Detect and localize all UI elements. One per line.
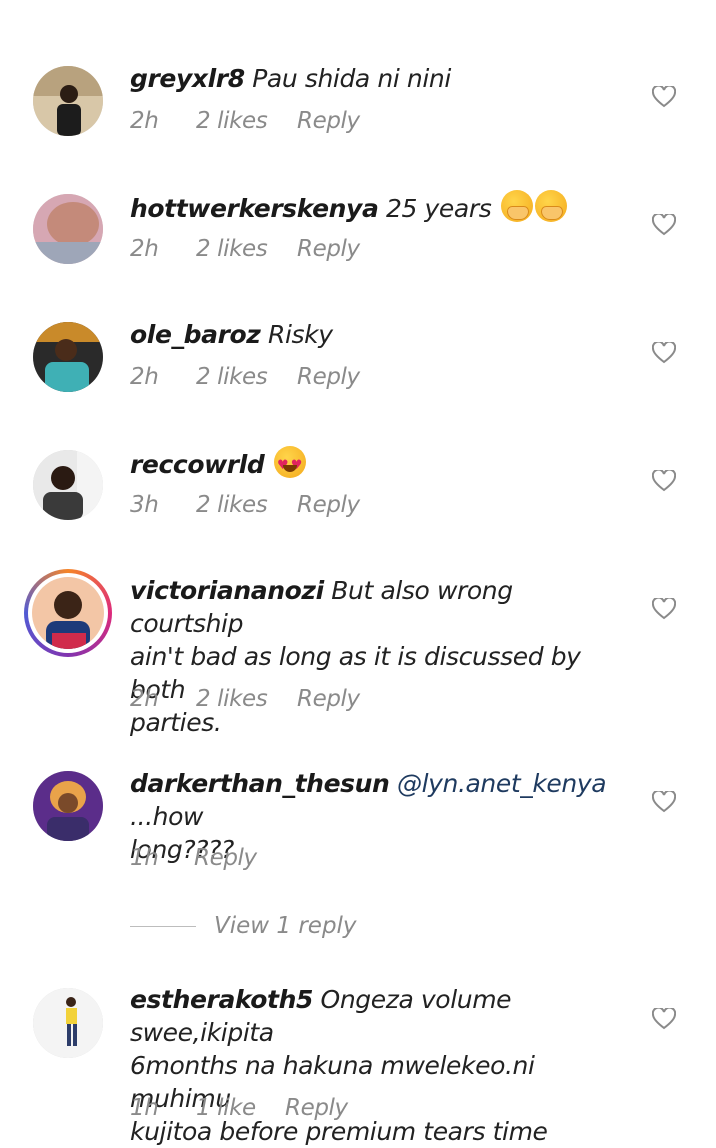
username[interactable]: ole_baroz xyxy=(130,320,261,349)
timestamp: 2h xyxy=(130,686,159,712)
comment-text: ...how xyxy=(130,802,204,831)
heart-outline-icon[interactable] xyxy=(652,1008,676,1030)
comment-body: estherakoth5 Ongeza volume swee,ikipita … xyxy=(130,983,630,1148)
timestamp: 2h xyxy=(130,236,159,262)
avatar[interactable] xyxy=(33,988,103,1058)
avatar[interactable] xyxy=(33,450,103,520)
reply-button[interactable]: Reply xyxy=(194,845,257,871)
username[interactable]: reccowrld xyxy=(130,450,265,479)
timestamp: 1h xyxy=(130,1095,159,1121)
comment-text: Pau shida ni nini xyxy=(252,64,451,93)
timestamp: 2h xyxy=(130,364,159,390)
hand-over-mouth-emoji xyxy=(534,190,567,222)
avatar-with-story-ring[interactable] xyxy=(24,569,112,657)
reply-button[interactable]: Reply xyxy=(297,492,360,518)
comment-body: victoriananozi But also wrong courtship … xyxy=(130,574,630,739)
heart-outline-icon[interactable] xyxy=(652,86,676,108)
reply-button[interactable]: Reply xyxy=(297,236,360,262)
avatar-ring-gap xyxy=(28,573,108,653)
likes-count[interactable]: 2 likes xyxy=(196,686,268,712)
avatar-image xyxy=(32,577,104,649)
view-replies-button[interactable]: View 1 reply xyxy=(214,913,357,939)
reply-button[interactable]: Reply xyxy=(297,108,360,134)
heart-outline-icon[interactable] xyxy=(652,470,676,492)
mention-link[interactable]: @lyn.anet_kenya xyxy=(397,769,607,798)
avatar[interactable] xyxy=(33,771,103,841)
username[interactable]: hottwerkerskenya xyxy=(130,194,379,223)
heart-outline-icon[interactable] xyxy=(652,598,676,620)
username[interactable]: estherakoth5 xyxy=(130,985,313,1014)
view-replies-divider xyxy=(130,926,196,927)
likes-count[interactable]: 2 likes xyxy=(196,364,268,390)
comment-body: ole_baroz Risky xyxy=(130,318,630,351)
comment-body: hottwerkerskenya 25 years xyxy=(130,190,630,225)
likes-count[interactable]: 1 like xyxy=(196,1095,256,1121)
username[interactable]: darkerthan_thesun xyxy=(130,769,390,798)
heart-eyes-emoji xyxy=(273,446,306,482)
avatar[interactable] xyxy=(33,66,103,136)
reply-button[interactable]: Reply xyxy=(285,1095,348,1121)
username[interactable]: greyxlr8 xyxy=(130,64,245,93)
avatar[interactable] xyxy=(33,194,103,264)
heart-outline-icon[interactable] xyxy=(652,214,676,236)
avatar[interactable] xyxy=(33,322,103,392)
username[interactable]: victoriananozi xyxy=(130,576,324,605)
comment-body: greyxlr8 Pau shida ni nini xyxy=(130,62,630,95)
heart-outline-icon[interactable] xyxy=(652,791,676,813)
comment-text: 25 years xyxy=(385,194,492,223)
timestamp: 1h xyxy=(130,845,159,871)
timestamp: 3h xyxy=(130,492,159,518)
hand-over-mouth-emoji xyxy=(500,190,533,222)
likes-count[interactable]: 2 likes xyxy=(196,236,268,262)
timestamp: 2h xyxy=(130,108,159,134)
reply-button[interactable]: Reply xyxy=(297,686,360,712)
likes-count[interactable]: 2 likes xyxy=(196,108,268,134)
comment-text: Risky xyxy=(267,320,333,349)
heart-outline-icon[interactable] xyxy=(652,342,676,364)
comment-body: reccowrld xyxy=(130,446,630,482)
reply-button[interactable]: Reply xyxy=(297,364,360,390)
likes-count[interactable]: 2 likes xyxy=(196,492,268,518)
